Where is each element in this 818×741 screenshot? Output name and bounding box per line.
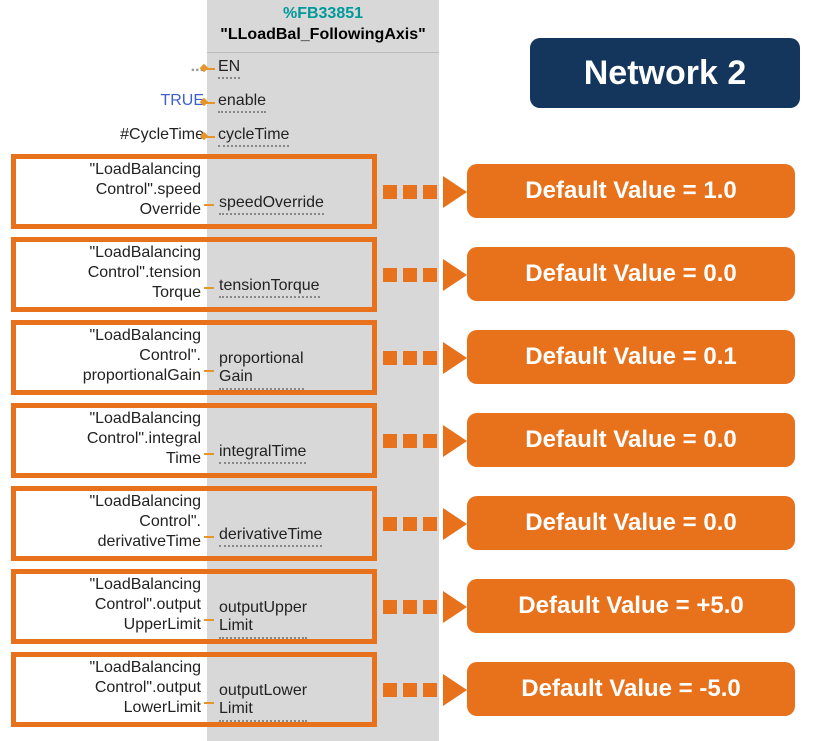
param-source: "LoadBalancing Control". proportionalGai… xyxy=(11,326,201,386)
wire xyxy=(204,536,214,538)
arrow-icon xyxy=(383,508,463,540)
arrow-icon xyxy=(383,591,463,623)
pin-name: outputUpper Limit xyxy=(219,599,307,639)
default-value-pill: Default Value = 0.0 xyxy=(467,247,795,301)
pin-name: tensionTorque xyxy=(219,277,320,298)
default-value-text: Default Value = -5.0 xyxy=(521,675,740,703)
default-value-text: Default Value = +5.0 xyxy=(518,592,743,620)
pin-name: integralTime xyxy=(219,443,306,464)
pin-name: EN xyxy=(218,58,240,79)
pin-name: speedOverride xyxy=(219,194,324,215)
pin-name: outputLower Limit xyxy=(219,682,307,722)
default-value-pill: Default Value = 0.1 xyxy=(467,330,795,384)
network-badge: Network 2 xyxy=(530,38,800,108)
arrow-icon xyxy=(383,259,463,291)
param-source: "LoadBalancing Control". derivativeTime xyxy=(11,492,201,552)
fb-number: %FB33851 xyxy=(207,4,439,25)
default-value-pill: Default Value = -5.0 xyxy=(467,662,795,716)
param-row: "LoadBalancing Control".integral Time int… xyxy=(11,403,811,478)
param-source: "LoadBalancing Control".speed Override xyxy=(11,160,201,220)
param-source: "LoadBalancing Control".output LowerLimi… xyxy=(11,658,201,718)
param-source: "LoadBalancing Control".output UpperLimi… xyxy=(11,575,201,635)
network-badge-text: Network 2 xyxy=(584,54,747,93)
pin-source-label: TRUE xyxy=(160,92,204,110)
pin-name: cycleTime xyxy=(218,126,289,147)
param-source: "LoadBalancing Control".integral Time xyxy=(11,409,201,469)
pin-name: enable xyxy=(218,92,266,113)
arrow-icon xyxy=(383,425,463,457)
param-row: "LoadBalancing Control".speed Override sp… xyxy=(11,154,811,229)
param-source: "LoadBalancing Control".tension Torque xyxy=(11,243,201,303)
wire xyxy=(204,453,214,455)
param-row: "LoadBalancing Control". derivativeTime d… xyxy=(11,486,811,561)
default-value-pill: Default Value = +5.0 xyxy=(467,579,795,633)
default-value-text: Default Value = 0.0 xyxy=(525,426,736,454)
arrow-icon xyxy=(383,342,463,374)
default-value-pill: Default Value = 1.0 xyxy=(467,164,795,218)
default-value-text: Default Value = 1.0 xyxy=(525,177,736,205)
param-row: "LoadBalancing Control". proportionalGai… xyxy=(11,320,811,395)
arrow-icon xyxy=(383,674,463,706)
param-row: "LoadBalancing Control".output UpperLimi… xyxy=(11,569,811,644)
pin-source-label: #CycleTime xyxy=(120,126,204,144)
param-row: "LoadBalancing Control".tension Torque te… xyxy=(11,237,811,312)
arrow-icon xyxy=(383,176,463,208)
wire xyxy=(204,370,214,372)
wire xyxy=(204,204,214,206)
default-value-text: Default Value = 0.0 xyxy=(525,260,736,288)
wire xyxy=(204,287,214,289)
default-value-text: Default Value = 0.0 xyxy=(525,509,736,537)
wire xyxy=(204,619,214,621)
pin-name: derivativeTime xyxy=(219,526,322,547)
fb-header: %FB33851 "LLoadBal_FollowingAxis" xyxy=(207,0,439,52)
pin-name: proportional Gain xyxy=(219,350,304,390)
default-value-pill: Default Value = 0.0 xyxy=(467,413,795,467)
wire xyxy=(204,702,214,704)
default-value-pill: Default Value = 0.0 xyxy=(467,496,795,550)
param-row: "LoadBalancing Control".output LowerLimi… xyxy=(11,652,811,727)
fb-name: "LLoadBal_FollowingAxis" xyxy=(207,25,439,46)
default-value-text: Default Value = 0.1 xyxy=(525,343,736,371)
